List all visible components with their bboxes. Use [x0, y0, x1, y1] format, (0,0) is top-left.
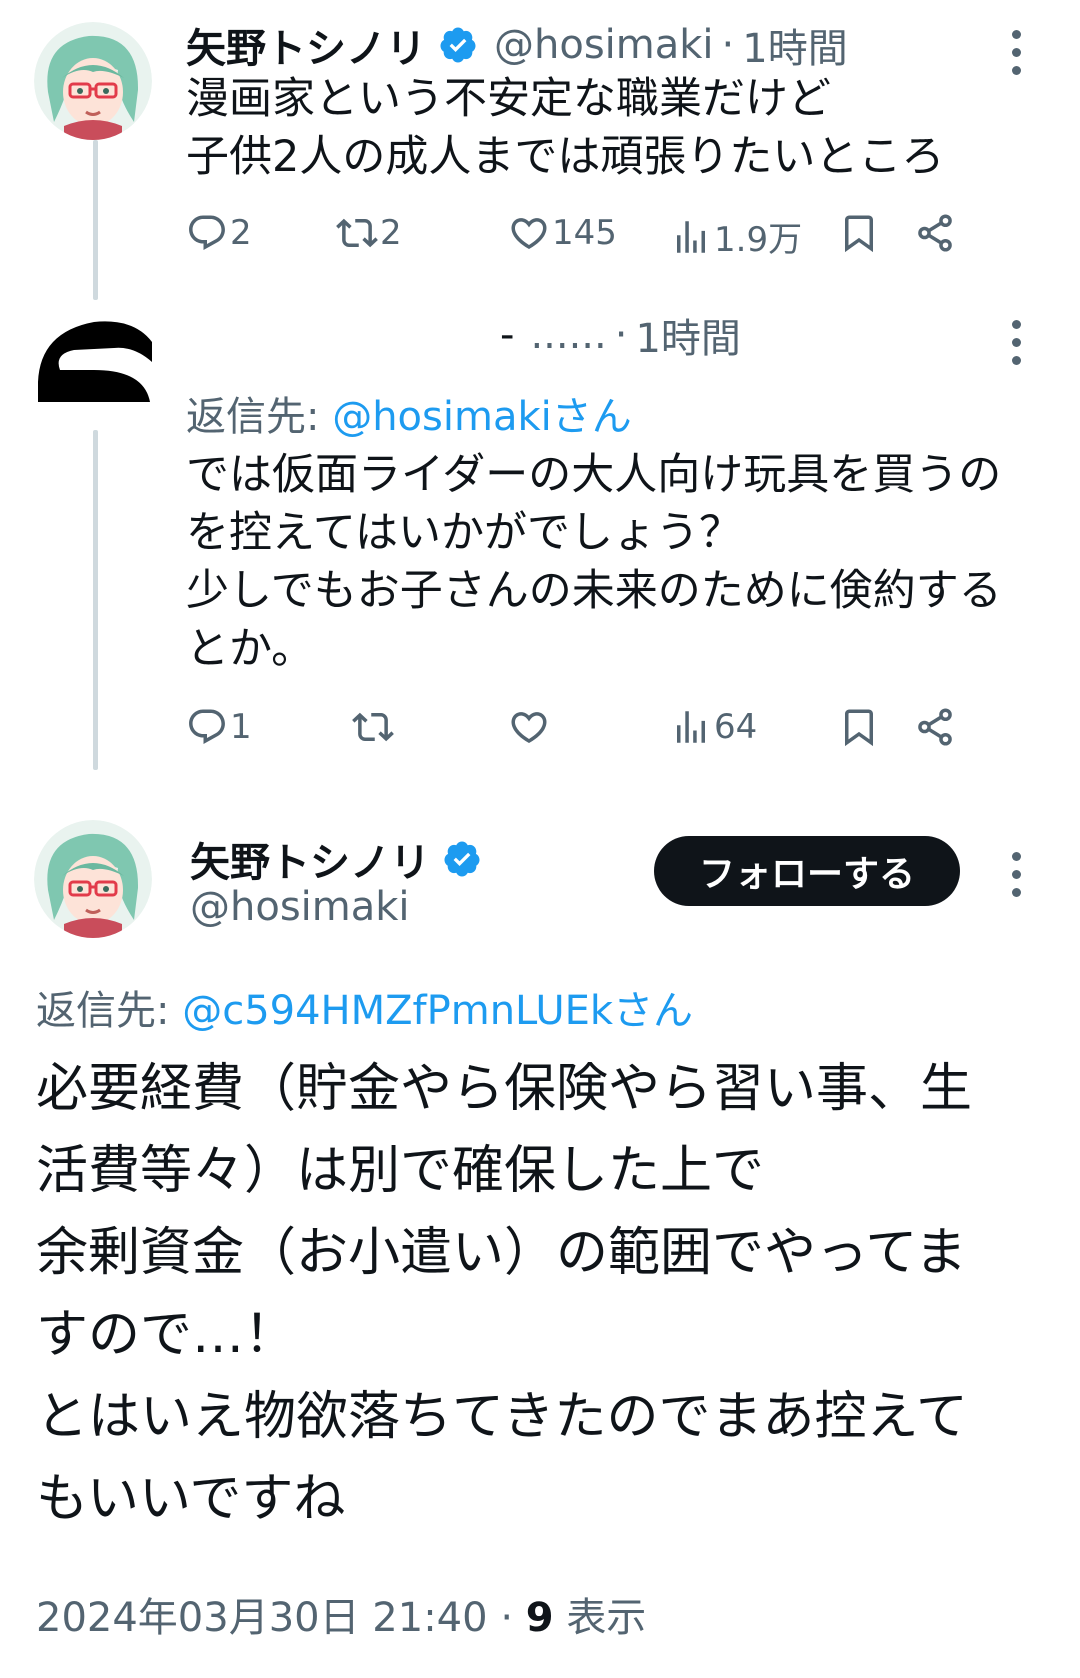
views-icon [677, 220, 705, 253]
action-bar: 2 2 145 1.9万 [186, 212, 1040, 272]
text-line: 少しでもお子さんの未来のために倹約する [186, 566, 1002, 616]
avatar[interactable] [34, 22, 152, 140]
thread-line [93, 140, 98, 300]
replying-prefix: 返信先: [36, 988, 183, 1034]
timestamp[interactable]: 1時間 [742, 16, 847, 74]
bookmark-button[interactable] [838, 212, 880, 254]
tweet-meta: 2024年03月30日 21:40 · 9 表示 [36, 1585, 646, 1643]
reply-button[interactable]: 1 [186, 706, 252, 748]
views-button[interactable]: 1.9万 [670, 212, 802, 261]
like-button[interactable] [508, 706, 550, 748]
tweet-text: 漫画家という不安定な職業だけど 子供2人の成人までは頑張りたいところ [186, 70, 1040, 186]
view-count: 1.9万 [714, 220, 803, 260]
reply-button[interactable]: 2 [186, 212, 252, 254]
views-icon [677, 711, 705, 743]
retweet-icon [336, 218, 378, 248]
reply-icon [189, 709, 225, 744]
text-line: 漫画家という不安定な職業だけど [186, 74, 831, 124]
reply-icon [189, 215, 225, 250]
post-timestamp[interactable]: 2024年03月30日 21:40 [36, 1595, 488, 1641]
text-line: すので…！ [36, 1305, 297, 1365]
share-icon [918, 708, 952, 746]
separator: · [721, 22, 735, 68]
text-line: 活費等々）は別で確保した上で [36, 1141, 765, 1201]
text-line: もいいですね [36, 1469, 346, 1529]
author-name[interactable]: 矢野トシノリ [190, 830, 430, 888]
share-icon [918, 214, 952, 252]
avatar[interactable] [34, 820, 152, 938]
retweet-icon [352, 712, 394, 742]
mention-link[interactable]: @c594HMZfPmnLUEkさん [182, 988, 693, 1034]
bookmark-icon [845, 215, 873, 253]
retweet-button[interactable]: 2 [336, 212, 402, 254]
view-label: 表示 [566, 1595, 647, 1641]
mention-link[interactable]: @hosimakiさん [332, 394, 632, 440]
share-button[interactable] [914, 212, 956, 254]
author-handle[interactable]: @hosimaki [190, 884, 410, 930]
bookmark-icon [845, 709, 873, 747]
replying-to: 返信先: @c594HMZfPmnLUEkさん [36, 978, 693, 1036]
retweet-button[interactable] [352, 706, 394, 748]
author-name[interactable]: - [500, 312, 514, 358]
tweet-text: 必要経費（貯金やら保険やら習い事、生 活費等々）は別で確保した上で 余剰資金（お… [36, 1048, 1040, 1540]
author-handle[interactable]: @hosimaki [494, 22, 714, 68]
tweet-header: 矢野トシノリ @hosimaki · 1時間 [186, 16, 848, 74]
replying-to: 返信先: @hosimakiさん [186, 384, 632, 442]
replying-prefix: 返信先: [186, 394, 333, 440]
timestamp[interactable]: 1時間 [635, 306, 740, 364]
verified-badge-icon [438, 25, 478, 65]
more-options-icon[interactable] [1012, 852, 1024, 897]
author-name[interactable]: 矢野トシノリ [186, 16, 426, 74]
tweet-header: 矢野トシノリ [190, 830, 482, 888]
text-line: では仮面ライダーの大人向け玩具を買うの [186, 450, 1002, 500]
text-line: 余剰資金（お小遣い）の範囲でやってま [36, 1223, 967, 1283]
tweet-text: では仮面ライダーの大人向け玩具を買うの を控えてはいかがでしょう？ 少しでもお子… [186, 446, 1040, 678]
like-count: 145 [552, 213, 617, 253]
heart-icon [511, 218, 547, 250]
retweet-count: 2 [380, 213, 402, 253]
text-line: を控えてはいかがでしょう？ [186, 508, 742, 558]
thread-line [93, 430, 98, 770]
heart-icon [511, 712, 547, 744]
share-button[interactable] [914, 706, 956, 748]
separator: · [614, 312, 628, 358]
more-options-icon[interactable] [1012, 320, 1024, 365]
bookmark-button[interactable] [838, 706, 880, 748]
reply-count: 1 [230, 707, 252, 747]
action-bar: 1 64 [186, 706, 1040, 766]
text-line: 必要経費（貯金やら保険やら習い事、生 [36, 1059, 973, 1119]
avatar[interactable] [34, 312, 152, 430]
text-line: 子供2人の成人までは頑張りたいところ [186, 132, 945, 182]
views-button[interactable]: 64 [670, 706, 757, 748]
author-handle[interactable]: ...... [530, 312, 606, 358]
view-count: 9 [525, 1595, 554, 1641]
follow-button[interactable]: フォローする [654, 836, 960, 906]
text-line: とか。 [186, 624, 315, 674]
reply-count: 2 [230, 213, 252, 253]
text-line: とはいえ物欲落ちてきたのでまあ控えて [36, 1387, 968, 1447]
separator: · [500, 1595, 514, 1641]
verified-badge-icon [442, 839, 482, 879]
like-button[interactable]: 145 [508, 212, 617, 254]
more-options-icon[interactable] [1012, 30, 1024, 75]
view-count: 64 [714, 707, 758, 747]
tweet-header: - ...... · 1時間 [500, 306, 741, 364]
